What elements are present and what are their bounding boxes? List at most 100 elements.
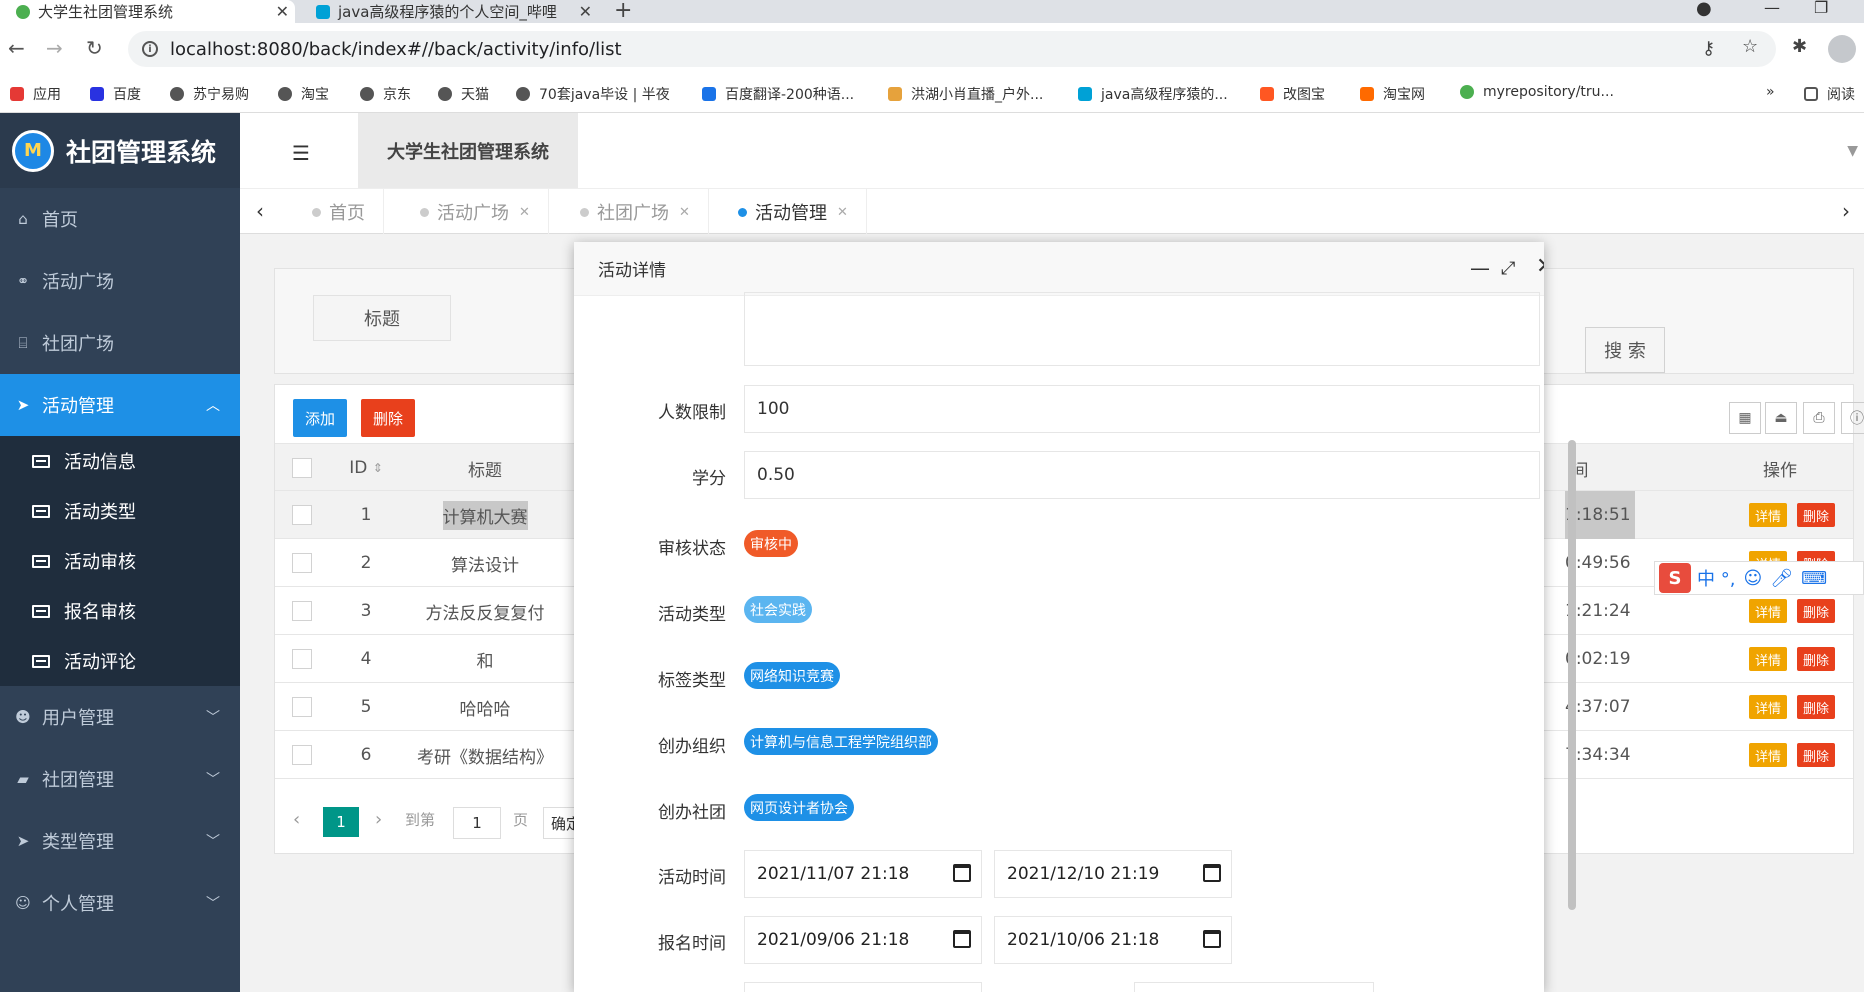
bookmark-item[interactable]: java高级程序猿的...	[1078, 84, 1228, 104]
avatar[interactable]	[1828, 35, 1856, 63]
close-tab-icon[interactable]: ✕	[837, 205, 848, 220]
bookmark-item[interactable]: 百度翻译-200种语...	[702, 84, 854, 104]
bookmark-star-icon[interactable]: ☆	[1742, 36, 1758, 57]
page-input[interactable]: 1	[453, 807, 501, 839]
bookmark-item[interactable]: 淘宝网	[1360, 84, 1425, 104]
detail-button[interactable]: 详情	[1749, 503, 1788, 527]
close-tab-icon[interactable]: ✕	[276, 2, 289, 21]
detail-button[interactable]: 详情	[1749, 599, 1788, 623]
sidebar-item-personal-manage[interactable]: ☺ 个人管理 ﹀	[0, 872, 240, 934]
page-tab-activity-square[interactable]: 活动广场 ✕	[390, 189, 549, 235]
reload-icon[interactable]: ↻	[86, 36, 103, 60]
add-button[interactable]: 添加	[293, 399, 347, 437]
sidebar-item-activity-square[interactable]: ⚭ 活动广场	[0, 250, 240, 312]
next-field-input[interactable]	[744, 982, 982, 992]
current-page[interactable]: 1	[323, 807, 359, 837]
caret-down-icon[interactable]: ▼	[1847, 143, 1858, 159]
row-checkbox[interactable]	[289, 539, 315, 587]
credit-input[interactable]: 0.50	[744, 451, 1540, 499]
select-all-checkbox[interactable]	[289, 444, 315, 492]
emoji-icon[interactable]: ☺	[1743, 568, 1762, 589]
sidebar-item-activity-manage[interactable]: ➤ 活动管理 ︿	[0, 374, 240, 436]
maximize-dialog-icon[interactable]: ⤢	[1501, 258, 1515, 279]
description-textarea[interactable]	[744, 292, 1540, 366]
keyboard-icon[interactable]: ⌨	[1801, 568, 1827, 589]
mic-icon[interactable]: 🎤︎	[1770, 568, 1793, 589]
row-delete-button[interactable]: 删除	[1797, 743, 1836, 767]
calendar-icon[interactable]	[953, 930, 971, 948]
profile-menu-icon[interactable]: ●	[1696, 0, 1712, 19]
calendar-icon[interactable]	[1203, 864, 1221, 882]
acttime-end-input[interactable]: 2021/12/10 21:19	[994, 850, 1232, 898]
detail-button[interactable]: 详情	[1749, 647, 1788, 671]
page-tab-activity-manage[interactable]: 活动管理 ✕	[708, 189, 867, 235]
restore-icon[interactable]: ❐	[1814, 0, 1828, 17]
prev-page-icon[interactable]: ‹	[293, 809, 300, 830]
row-checkbox[interactable]	[289, 683, 315, 731]
delete-button[interactable]: 删除	[361, 399, 415, 437]
more-bookmarks-icon[interactable]: »	[1766, 84, 1775, 100]
sidebar-subitem-signup-audit[interactable]: 报名审核	[0, 586, 240, 636]
close-tab-icon[interactable]: ✕	[579, 2, 592, 21]
next-field-input[interactable]	[1134, 982, 1374, 992]
page-tab-home[interactable]: 首页	[282, 189, 384, 235]
calendar-icon[interactable]	[953, 864, 971, 882]
print-icon[interactable]: ⎙	[1803, 402, 1835, 434]
tabs-prev-icon[interactable]: ‹	[256, 199, 264, 223]
close-tab-icon[interactable]: ✕	[519, 205, 530, 220]
bookmark-item[interactable]: 百度	[90, 84, 141, 104]
site-info-icon[interactable]: i	[142, 41, 158, 57]
columns-icon[interactable]: ▦	[1729, 402, 1761, 434]
menu-toggle-icon[interactable]: ☰	[292, 141, 310, 165]
dialog-scrollbar[interactable]	[1568, 440, 1576, 910]
minimize-icon[interactable]: —	[1764, 0, 1780, 17]
sidebar-item-user-manage[interactable]: ☻ 用户管理 ﹀	[0, 686, 240, 748]
row-delete-button[interactable]: 删除	[1797, 695, 1836, 719]
detail-button[interactable]: 详情	[1749, 743, 1788, 767]
sidebar-subitem-activity-info[interactable]: 活动信息	[0, 436, 240, 486]
row-checkbox[interactable]	[289, 731, 315, 779]
signtime-start-input[interactable]: 2021/09/06 21:18	[744, 916, 982, 964]
tabs-next-icon[interactable]: ›	[1842, 199, 1850, 223]
sidebar-item-type-manage[interactable]: ➤ 类型管理 ﹀	[0, 810, 240, 872]
export-icon[interactable]: ⏏	[1765, 402, 1797, 434]
limit-input[interactable]: 100	[744, 385, 1540, 433]
row-delete-button[interactable]: 删除	[1797, 647, 1836, 671]
row-checkbox[interactable]	[289, 635, 315, 683]
sidebar-subitem-activity-type[interactable]: 活动类型	[0, 486, 240, 536]
extensions-icon[interactable]: ✱	[1792, 36, 1807, 57]
minimize-dialog-icon[interactable]: —	[1470, 256, 1490, 280]
browser-tab-active[interactable]: 大学生社团管理系统 ✕	[0, 0, 295, 23]
row-delete-button[interactable]: 删除	[1797, 503, 1836, 527]
search-button[interactable]: 搜 索	[1585, 327, 1665, 373]
ime-mode-text[interactable]: 中 °,	[1697, 565, 1735, 591]
browser-tab[interactable]: java高级程序猿的个人空间_哔哩 ✕	[308, 0, 598, 23]
acttime-start-input[interactable]: 2021/11/07 21:18	[744, 850, 982, 898]
page-tab-club-square[interactable]: 社团广场 ✕	[550, 189, 709, 235]
key-icon[interactable]: ⚷	[1702, 38, 1715, 59]
bookmark-item[interactable]: 洪湖小肖直播_户外...	[888, 84, 1043, 104]
sidebar-item-club-manage[interactable]: ▰ 社团管理 ﹀	[0, 748, 240, 810]
sidebar-subitem-activity-comment[interactable]: 活动评论	[0, 636, 240, 686]
signtime-end-input[interactable]: 2021/10/06 21:18	[994, 916, 1232, 964]
row-delete-button[interactable]: 删除	[1797, 599, 1836, 623]
bookmark-item[interactable]: 京东	[360, 84, 411, 104]
reading-list[interactable]: 阅读	[1804, 84, 1855, 104]
bookmark-item[interactable]: 苏宁易购	[170, 84, 249, 104]
detail-button[interactable]: 详情	[1749, 695, 1788, 719]
back-icon[interactable]: ←	[8, 36, 25, 60]
bookmark-item[interactable]: 天猫	[438, 84, 489, 104]
sidebar-item-club-square[interactable]: ⌸ 社团广场	[0, 312, 240, 374]
bookmark-item[interactable]: 70套java毕设 | 半夜	[516, 84, 670, 104]
close-dialog-icon[interactable]: ✕	[1536, 254, 1544, 279]
bookmark-item[interactable]: 淘宝	[278, 84, 329, 104]
bookmark-apps[interactable]: 应用	[10, 84, 61, 104]
header-title[interactable]: 大学生社团管理系统	[358, 113, 578, 188]
close-tab-icon[interactable]: ✕	[679, 205, 690, 220]
column-header-id[interactable]: ID ⇕	[331, 444, 401, 492]
sidebar-item-home[interactable]: ⌂ 首页	[0, 188, 240, 250]
forward-icon[interactable]: →	[46, 36, 63, 60]
new-tab-icon[interactable]: +	[614, 0, 632, 23]
info-icon[interactable]: ⓘ	[1841, 402, 1864, 434]
sort-icon[interactable]: ⇕	[373, 461, 383, 475]
